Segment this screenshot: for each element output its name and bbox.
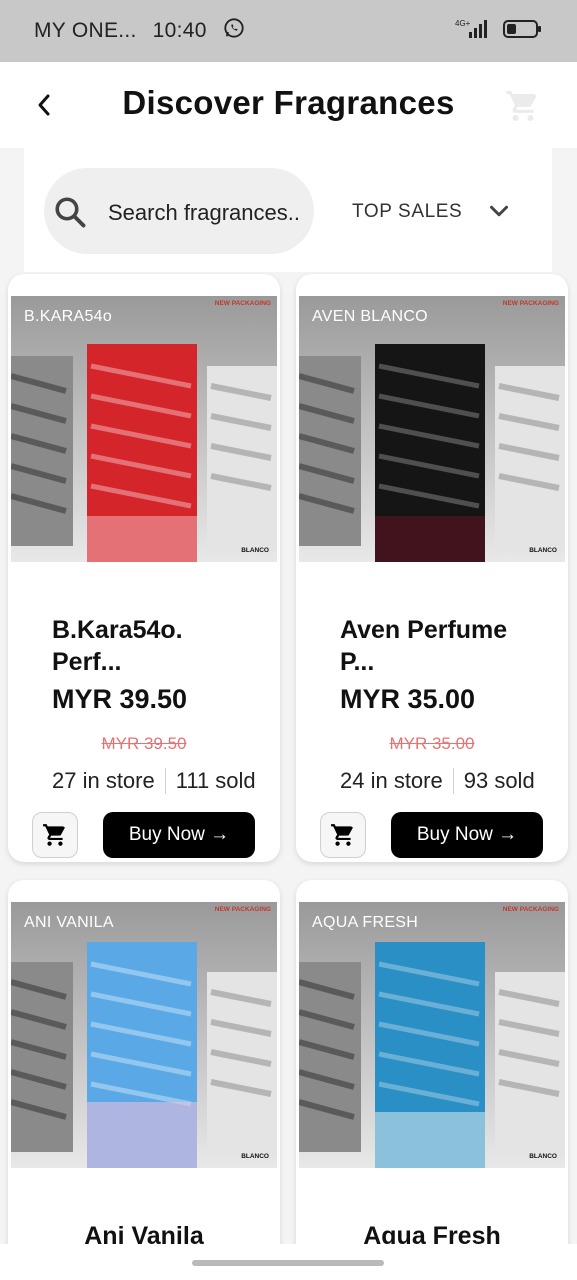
cart-icon (506, 91, 537, 121)
brand-logo: BLANCO (241, 547, 269, 554)
product-image: B.KARA54o NEW PACKAGING BLANCO (11, 296, 277, 562)
perfume-bottle-image (11, 344, 277, 562)
perfume-bottle-image (299, 344, 565, 562)
sort-label: TOP SALES (352, 201, 463, 222)
add-to-cart-button[interactable] (32, 812, 78, 858)
image-brand-label: B.KARA54o (24, 308, 113, 325)
sold-count: 111 sold (175, 768, 256, 793)
add-to-cart-button[interactable] (320, 812, 366, 858)
search-box[interactable] (44, 168, 320, 254)
sort-dropdown[interactable]: TOP SALES (352, 194, 542, 230)
image-brand-label: AVEN BLANCO (312, 308, 428, 325)
stock-row: 24 in store 93 sold (340, 768, 535, 794)
brand-logo: BLANCO (529, 1153, 557, 1160)
image-tag: NEW PACKAGING (502, 906, 559, 913)
product-image: AVEN BLANCO NEW PACKAGING BLANCO (299, 296, 565, 562)
status-carrier: MY ONE... (34, 19, 137, 42)
sold-count: 93 sold (463, 768, 535, 793)
whatsapp-icon (223, 17, 245, 45)
product-old-price: MYR 39.50 (101, 734, 187, 753)
brand-logo: BLANCO (529, 547, 557, 554)
product-card[interactable]: ANI VANILA NEW PACKAGING BLANCO Ani Vani… (8, 880, 280, 1280)
divider (452, 768, 454, 794)
image-brand-label: AQUA FRESH (312, 914, 419, 931)
network-type: 4G+ (455, 19, 471, 28)
product-name: B.Kara54o. Perf... (52, 616, 183, 676)
page-title: Discover Fragrances (122, 84, 455, 121)
brand-logo: BLANCO (241, 1153, 269, 1160)
cart-icon (331, 824, 353, 846)
in-store-count: 27 in store (52, 768, 155, 793)
image-tag: NEW PACKAGING (214, 300, 271, 307)
buy-now-button[interactable]: Buy Now → (103, 812, 255, 858)
cart-icon (43, 824, 65, 846)
product-image: ANI VANILA NEW PACKAGING BLANCO (11, 902, 277, 1168)
chevron-down-icon (490, 205, 508, 217)
product-name: Aven Perfume P... (340, 616, 508, 676)
app-header: Discover Fragrances (0, 62, 577, 148)
filter-panel: TOP SALES (24, 148, 552, 272)
buy-now-button[interactable]: Buy Now → (391, 812, 543, 858)
search-icon (55, 197, 86, 228)
header-cart-button[interactable] (505, 88, 541, 124)
status-time: 10:40 (152, 19, 207, 42)
divider (164, 768, 166, 794)
product-price: MYR 35.00 (340, 684, 476, 714)
product-card[interactable]: B.KARA54o NEW PACKAGING BLANCO B.Kara54o… (8, 274, 280, 862)
home-indicator[interactable] (192, 1260, 384, 1266)
in-store-count: 24 in store (340, 768, 443, 793)
signal-icon: 4G+ (455, 18, 489, 45)
product-price: MYR 39.50 (52, 684, 188, 714)
perfume-bottle-image (299, 942, 565, 1168)
product-card[interactable]: AQUA FRESH NEW PACKAGING BLANCO Aqua Fre… (296, 880, 568, 1280)
battery-icon (503, 18, 543, 45)
image-tag: NEW PACKAGING (502, 300, 559, 307)
image-brand-label: ANI VANILA (24, 914, 114, 931)
system-nav-bar (0, 1244, 577, 1280)
stock-row: 27 in store 111 sold (52, 768, 256, 794)
product-image: AQUA FRESH NEW PACKAGING BLANCO (299, 902, 565, 1168)
search-input[interactable] (106, 192, 320, 234)
image-tag: NEW PACKAGING (214, 906, 271, 913)
product-old-price: MYR 35.00 (389, 734, 475, 753)
status-bar: MY ONE... 10:40 4G+ (0, 0, 577, 62)
perfume-bottle-image (11, 942, 277, 1168)
product-card[interactable]: AVEN BLANCO NEW PACKAGING BLANCO Aven Pe… (296, 274, 568, 862)
